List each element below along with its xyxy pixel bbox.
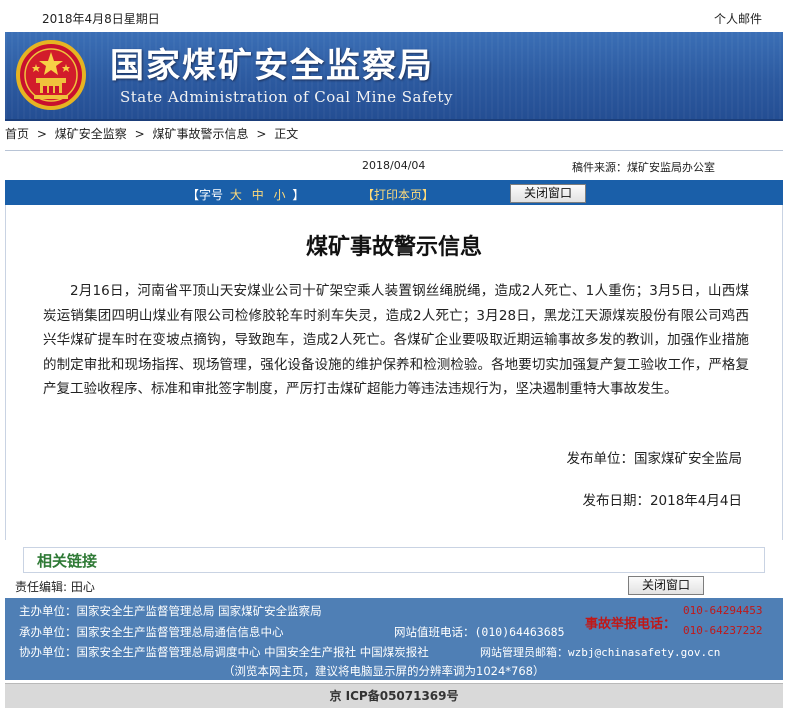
icp-record[interactable]: 京 ICP备05071369号 — [5, 683, 783, 708]
national-emblem-icon — [16, 40, 86, 110]
footer-organizer: 承办单位：国家安全生产监督管理总局通信信息中心 — [19, 625, 284, 639]
font-size-large-link[interactable]: 大 — [230, 188, 242, 202]
site-title: 国家煤矿安全监察局 — [110, 46, 434, 86]
breadcrumb-current: 正文 — [274, 127, 299, 141]
close-window-button-bottom[interactable]: 关闭窗口 — [628, 576, 704, 595]
breadcrumb-accident-warnings[interactable]: 煤矿事故警示信息 — [152, 127, 248, 141]
article-body: 2月16日，河南省平顶山天安煤业公司十矿架空乘人装置钢丝绳脱绳，造成2人死亡、1… — [43, 283, 749, 397]
editor-row: 责任编辑: 田心 关闭窗口 — [5, 573, 783, 597]
site-banner: 国家煤矿安全监察局 State Administration of Coal M… — [5, 32, 783, 121]
article-source: 稿件来源：煤矿安监局办公室 — [572, 161, 715, 174]
breadcrumb-separator: > — [256, 127, 267, 141]
breadcrumb-home[interactable]: 首页 — [5, 127, 29, 141]
font-size-medium-link[interactable]: 中 — [252, 188, 264, 202]
current-date: 2018年4月8日星期日 — [42, 12, 160, 26]
site-subtitle: State Administration of Coal Mine Safety — [120, 88, 453, 106]
article-info-row: 2018/04/04 稿件来源：煤矿安监局办公室 — [5, 150, 783, 179]
footer-sponsor: 主办单位：国家安全生产监督管理总局 国家煤矿安全监察局 — [19, 604, 322, 618]
responsible-editor: 责任编辑: 田心 — [15, 580, 95, 594]
close-window-button[interactable]: 关闭窗口 — [510, 184, 586, 203]
related-links-heading: 相关链接 — [37, 552, 98, 570]
personal-mail-link[interactable]: 个人邮件 — [714, 10, 762, 27]
article-date: 2018/04/04 — [362, 159, 426, 172]
breadcrumb-separator: > — [36, 127, 47, 141]
page: 2018年4月8日星期日 个人邮件 国家煤矿安全监察局 State Admini… — [0, 0, 788, 709]
related-links-box: 相关链接 — [23, 547, 765, 573]
footer-duty-phone: 网站值班电话：(010)64463685 — [394, 625, 565, 639]
print-page-link[interactable]: 【打印本页】 — [362, 186, 434, 203]
article-title: 煤矿事故警示信息 — [305, 234, 482, 260]
site-footer: 主办单位：国家安全生产监督管理总局 国家煤矿安全监察局 承办单位：国家安全生产监… — [5, 598, 783, 680]
footer-cooperator: 协办单位：国家安全生产监督管理总局调度中心 中国安全生产报社 中国煤炭报社 — [19, 645, 429, 659]
report-phone-2: 010-64237232 — [683, 624, 763, 637]
article-publish-date: 发布日期：2018年4月4日 — [582, 493, 742, 509]
breadcrumb-separator: > — [134, 127, 145, 141]
footer-admin-email[interactable]: 网站管理员邮箱：wzbj@chinasafety.gov.cn — [480, 644, 720, 660]
report-phone-1: 010-64294453 — [683, 604, 763, 617]
report-phone-label: 事故举报电话： — [585, 617, 677, 632]
font-size-label: 【字号 — [187, 188, 224, 202]
footer-resolution-note: （浏览本网主页，建议将电脑显示屏的分辨率调为1024*768） — [223, 664, 545, 678]
article: 煤矿事故警示信息 2月16日，河南省平顶山天安煤业公司十矿架空乘人装置钢丝绳脱绳… — [5, 205, 783, 540]
font-size-controls: 【字号 大 中 小 】 — [187, 186, 304, 203]
top-bar: 2018年4月8日星期日 个人邮件 — [0, 0, 788, 32]
breadcrumb-coal-supervision[interactable]: 煤矿安全监察 — [55, 127, 127, 141]
article-publisher: 发布单位：国家煤矿安全监局 — [566, 451, 743, 467]
article-toolbar: 【字号 大 中 小 】 【打印本页】 关闭窗口 — [5, 180, 783, 205]
font-size-bracket: 】 — [292, 188, 305, 202]
font-size-small-link[interactable]: 小 — [274, 188, 286, 202]
breadcrumb: 首页 > 煤矿安全监察 > 煤矿事故警示信息 > 正文 — [5, 125, 298, 142]
